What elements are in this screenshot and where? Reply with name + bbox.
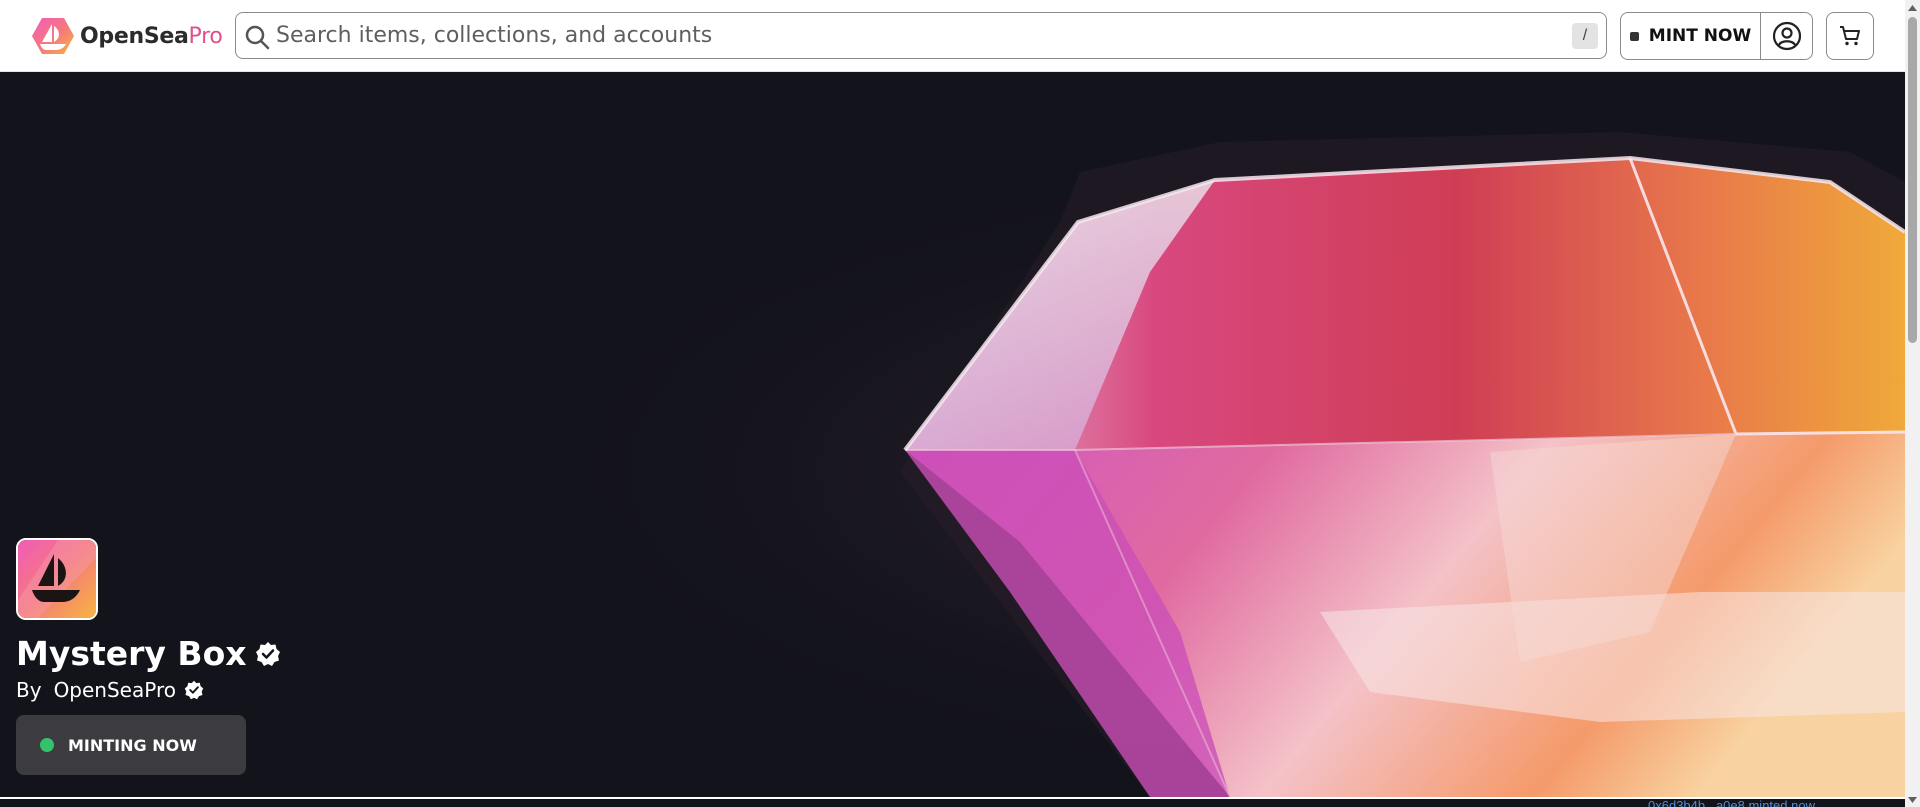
- page-scrollbar[interactable]: [1905, 0, 1920, 807]
- mint-account-group: MINT NOW: [1620, 12, 1813, 60]
- opensea-pro-logo[interactable]: OpenSeaPro: [32, 16, 223, 56]
- search-bar[interactable]: /: [235, 12, 1607, 59]
- collection-title-text: Mystery Box: [16, 634, 247, 673]
- cart-button[interactable]: [1826, 12, 1874, 60]
- verified-badge-icon: [255, 641, 280, 666]
- top-navbar: OpenSeaPro / MINT NOW: [0, 0, 1905, 72]
- account-button[interactable]: [1761, 13, 1812, 59]
- live-status-dot-icon: [40, 738, 54, 752]
- search-input[interactable]: [276, 19, 1556, 52]
- mint-now-label: MINT NOW: [1648, 26, 1752, 46]
- search-icon: [245, 25, 270, 50]
- mint-now-button[interactable]: MINT NOW: [1621, 13, 1761, 59]
- collection-avatar[interactable]: [16, 538, 98, 620]
- opensea-ship-icon: [18, 540, 96, 618]
- user-circle-icon: [1772, 21, 1801, 51]
- logo-wordmark: OpenSeaPro: [80, 23, 223, 49]
- mint-activity-ticker: 0x6d3b4b...a0e8 minted now: [1648, 798, 1815, 807]
- minting-status-badge: MINTING NOW: [16, 715, 246, 775]
- creator-verified-badge-icon: [184, 680, 204, 700]
- opensea-pro-logo-icon: [32, 18, 74, 54]
- mint-icon: [1629, 31, 1639, 41]
- creator-link[interactable]: OpenSeaPro: [54, 678, 176, 702]
- scroll-up-arrow-icon[interactable]: [1905, 0, 1920, 15]
- minting-status-label: MINTING NOW: [68, 735, 197, 755]
- mystery-box-gem-artwork: [0, 72, 1905, 797]
- scroll-down-arrow-icon[interactable]: [1905, 792, 1920, 807]
- collection-hero-banner: Mystery Box By OpenSeaPro MINTING NOW: [0, 72, 1905, 797]
- shopping-cart-icon: [1840, 26, 1860, 46]
- by-label: By: [16, 678, 42, 702]
- bottom-ticker-strip: [0, 797, 1905, 807]
- search-shortcut-key: /: [1572, 23, 1598, 49]
- scrollbar-thumb[interactable]: [1908, 17, 1917, 343]
- creator-line: By OpenSeaPro: [16, 678, 204, 702]
- collection-title: Mystery Box: [16, 634, 281, 673]
